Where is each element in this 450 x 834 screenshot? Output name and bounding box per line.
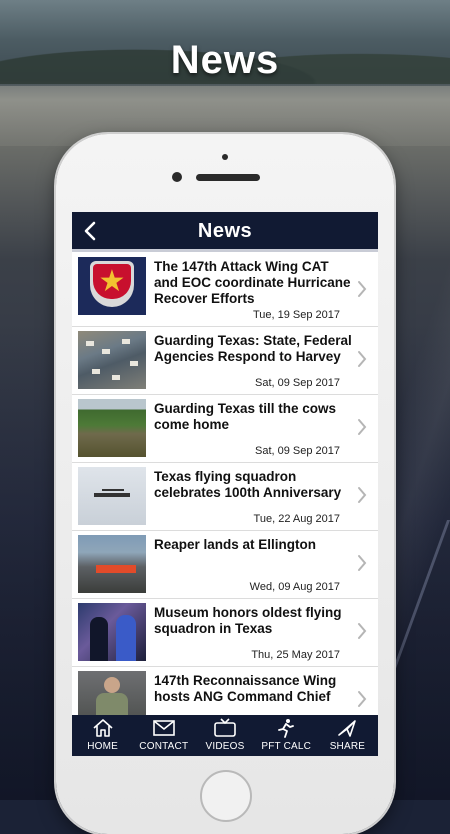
chevron-right-icon xyxy=(356,349,368,369)
news-item[interactable]: Texas flying squadron celebrates 100th A… xyxy=(72,463,378,531)
wing-emblem-image: ★ xyxy=(78,257,146,315)
news-item[interactable]: Guarding Texas till the cows come home S… xyxy=(72,395,378,463)
news-item-date: Tue, 19 Sep 2017 xyxy=(252,309,340,321)
news-item[interactable]: ★ The 147th Attack Wing CAT and EOC coor… xyxy=(72,253,378,327)
news-item-date: Sat, 09 Sep 2017 xyxy=(254,377,340,389)
tab-share[interactable]: SHARE xyxy=(317,715,378,756)
tab-label: CONTACT xyxy=(139,741,189,752)
tab-bar: HOME CONTACT VIDEOS PFT CALC SHARE xyxy=(72,715,378,756)
news-item[interactable]: Guarding Texas: State, Federal Agencies … xyxy=(72,327,378,395)
news-item-title: Guarding Texas: State, Federal Agencies … xyxy=(154,333,352,364)
chevron-right-icon xyxy=(356,553,368,573)
home-icon xyxy=(72,718,133,740)
tab-videos[interactable]: VIDEOS xyxy=(194,715,255,756)
flood-aerial-image xyxy=(78,331,146,389)
chevron-right-icon xyxy=(356,279,368,299)
news-item-date: Thu, 25 May 2017 xyxy=(251,649,340,661)
app-screen: News ★ The 147th Attack Wing CAT and EOC… xyxy=(72,212,378,756)
tab-label: VIDEOS xyxy=(205,741,245,752)
share-icon xyxy=(317,718,378,740)
aircraft-image xyxy=(78,467,146,525)
home-button[interactable] xyxy=(200,770,252,822)
news-item-title: The 147th Attack Wing CAT and EOC coordi… xyxy=(154,259,351,306)
phone-speaker xyxy=(196,174,260,181)
news-item-date: Tue, 22 Aug 2017 xyxy=(253,513,340,525)
news-item-title: Texas flying squadron celebrates 100th A… xyxy=(154,469,342,500)
tab-label: HOME xyxy=(87,741,118,752)
museum-image xyxy=(78,603,146,661)
chevron-right-icon xyxy=(356,689,368,709)
tab-contact[interactable]: CONTACT xyxy=(133,715,194,756)
tv-icon xyxy=(194,718,255,740)
tab-label: PFT CALC xyxy=(261,741,312,752)
chevron-right-icon xyxy=(356,417,368,437)
news-item-date: Sat, 09 Sep 2017 xyxy=(254,445,340,457)
news-item-title: Museum honors oldest flying squadron in … xyxy=(154,605,342,636)
app-bar: News xyxy=(72,212,378,252)
news-list: ★ The 147th Attack Wing CAT and EOC coor… xyxy=(72,253,378,715)
phone-sensor xyxy=(222,154,228,160)
runner-icon xyxy=(256,718,317,740)
reaper-image xyxy=(78,535,146,593)
tab-label: SHARE xyxy=(329,741,366,752)
news-item[interactable]: 147th Reconnaissance Wing hosts ANG Comm… xyxy=(72,667,378,715)
news-item[interactable]: Museum honors oldest flying squadron in … xyxy=(72,599,378,667)
chevron-right-icon xyxy=(356,621,368,641)
phone-camera xyxy=(172,172,182,182)
promo-title: News xyxy=(170,38,280,82)
news-item[interactable]: Reaper lands at Ellington Wed, 09 Aug 20… xyxy=(72,531,378,599)
news-item-title: Guarding Texas till the cows come home xyxy=(154,401,337,432)
news-item-title: 147th Reconnaissance Wing hosts ANG Comm… xyxy=(154,673,337,704)
news-item-date: Wed, 09 Aug 2017 xyxy=(249,581,340,593)
officer-image xyxy=(78,671,146,715)
river-aerial-image xyxy=(78,399,146,457)
news-item-title: Reaper lands at Ellington xyxy=(154,537,317,552)
tab-pft-calc[interactable]: PFT CALC xyxy=(256,715,317,756)
mail-icon xyxy=(133,718,194,740)
tab-home[interactable]: HOME xyxy=(72,715,133,756)
app-bar-title: News xyxy=(197,220,253,242)
chevron-right-icon xyxy=(356,485,368,505)
